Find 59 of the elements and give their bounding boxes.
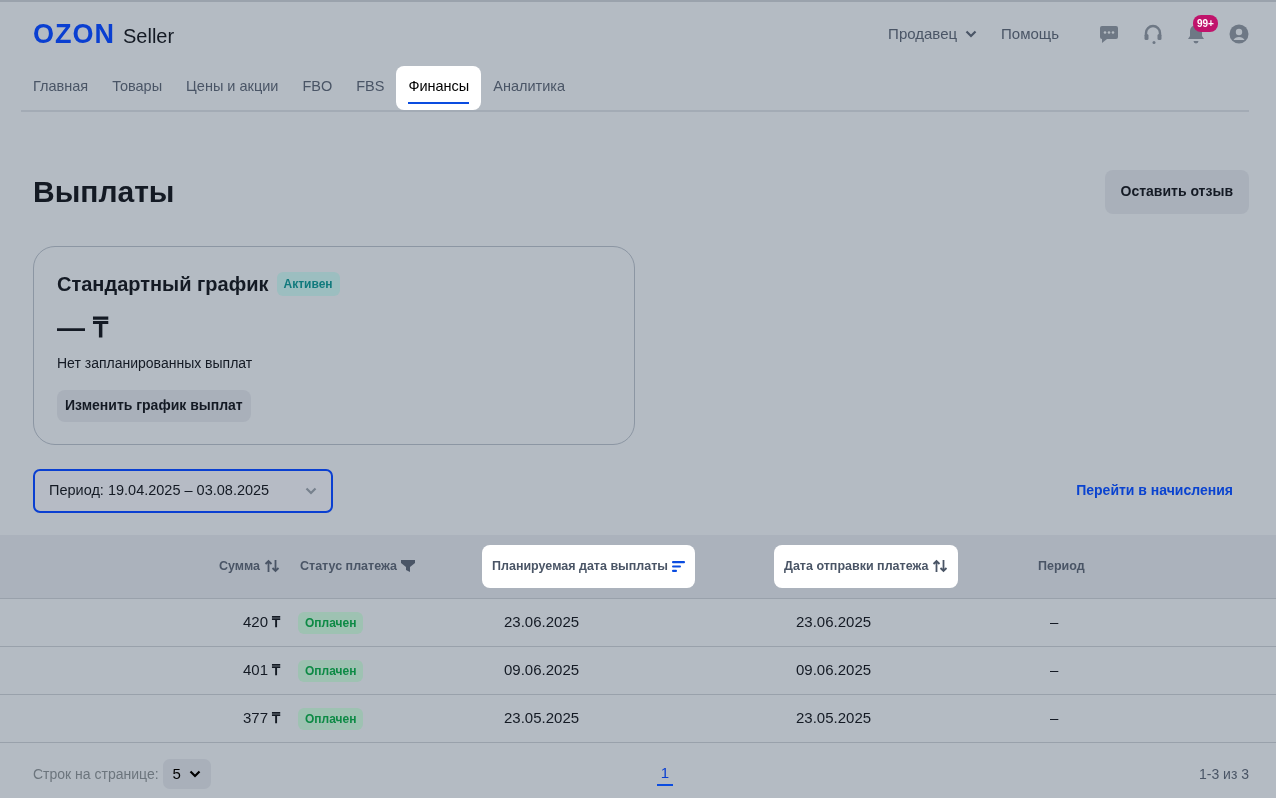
card-note: Нет запланированных выплат [57,353,254,373]
currency-sign: ₸ [272,708,280,728]
sort-arrows-icon[interactable] [264,559,280,574]
amount-cell-text: 377 [242,708,268,728]
date-cell-text: 23.05.2025 [503,708,581,728]
date-cell-text: 09.06.2025 [503,660,581,680]
nav-tab[interactable]: Товары [100,66,175,110]
header-menu-item[interactable]: Продавец [888,22,978,46]
period-cell-text: – [1049,612,1059,632]
chevron-down-icon [965,30,978,38]
nav-tab[interactable]: Финансы [396,66,482,110]
date-cell-text: 23.06.2025 [795,612,873,632]
accruals-link[interactable]: Перейти в начисления [1076,480,1233,502]
column-header[interactable]: Планируемая дата выплаты [482,544,695,588]
column-header[interactable]: Дата отправки платежа [774,544,959,588]
amount-cell-text: 401 [242,660,268,680]
change-schedule-button[interactable]: Изменить график выплат [57,389,251,422]
rows-per-page-label: Строк на странице: [33,764,159,784]
status-badge: Оплачен [298,660,364,682]
period-select[interactable]: Период: 19.04.2025 – 03.08.2025 [33,468,333,513]
nav-tab[interactable]: Главная [21,66,101,110]
notification-badge: 99+ [1193,15,1218,32]
sort-lines-icon[interactable] [672,560,685,572]
status-badge: Оплачен [298,612,364,634]
currency-sign: ₸ [272,660,280,680]
logo-subtitle: Seller [123,23,175,49]
nav-tab[interactable]: Цены и акции [174,66,291,110]
page-range: 1-3 из 3 [1198,764,1249,784]
date-cell-text: 09.06.2025 [795,660,873,680]
header-menu-item[interactable]: Помощь [1001,22,1059,46]
feedback-button[interactable]: Оставить отзыв [1104,169,1249,214]
page-number[interactable]: 1 [656,761,674,787]
logo[interactable]: OZON [33,13,115,55]
amount: — [57,310,85,345]
card-title: Стандартный график [57,271,269,297]
chevron-down-icon [305,486,317,495]
nav-tab[interactable]: FBS [344,66,397,110]
date-cell-text: 23.06.2025 [503,612,581,632]
period-cell-text: – [1049,708,1059,728]
page-title: Выплаты [33,173,175,210]
filter-icon[interactable] [400,560,415,573]
chevron-down-icon [188,770,201,778]
period-cell-text: – [1049,660,1059,680]
date-cell-text: 23.05.2025 [795,708,873,728]
column-header[interactable]: Статус платежа [290,544,425,588]
sort-arrows-icon[interactable] [932,559,949,574]
column-header[interactable]: Период [1028,544,1095,588]
user-icon[interactable] [1229,24,1249,44]
nav-tab[interactable]: FBO [290,66,345,110]
column-header[interactable]: Сумма [208,544,290,588]
chat-icon[interactable] [1099,25,1119,43]
nav-tab[interactable]: Аналитика [481,66,578,110]
currency-sign: ₸ [93,310,108,345]
status-badge: Оплачен [298,708,364,730]
status-badge: Активен [276,271,340,296]
headset-icon[interactable] [1143,24,1163,44]
currency-sign: ₸ [272,612,280,632]
amount-cell-text: 420 [242,612,268,632]
rows-per-page-select[interactable]: 5 [162,758,211,790]
